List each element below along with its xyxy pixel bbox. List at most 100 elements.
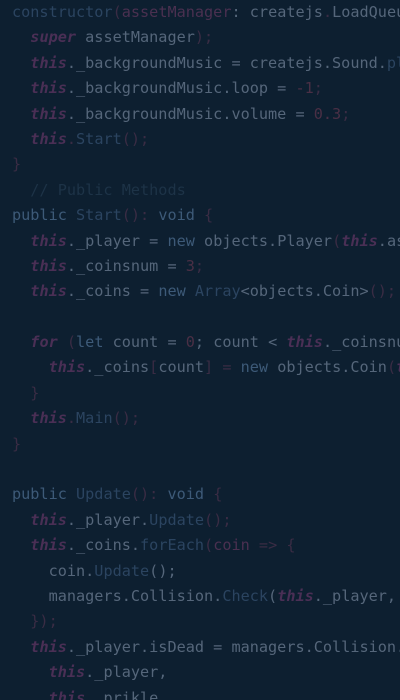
code-token: constructor (12, 3, 113, 21)
code-token: Start (76, 129, 122, 148)
code-token: Main (76, 409, 113, 428)
code-token: 0 (185, 333, 195, 352)
code-token: void (167, 485, 205, 504)
code-token: (); (204, 510, 232, 529)
code-token: this (30, 536, 67, 555)
code-token: this (30, 231, 67, 250)
code-token: this (30, 510, 67, 529)
code-token: -1 (295, 79, 314, 98)
code-token: (): (121, 206, 159, 225)
code-token: managers.Collision. (12, 586, 223, 605)
code-line[interactable]: for (let count = 0; count < this._coinsn… (0, 330, 400, 355)
code-editor[interactable]: constructor(assetManager: createjs.LoadQ… (0, 0, 400, 700)
code-token: ._player.isDead = managers.Collision. (66, 637, 400, 656)
code-token: let (76, 333, 104, 352)
code-token: ] = (204, 358, 241, 377)
code-token: ); (194, 28, 214, 47)
code-token: { (204, 485, 223, 504)
code-line[interactable]: this._coins[count] = new objects.Coin(th… (0, 355, 400, 380)
code-token: => { (249, 536, 296, 555)
code-line[interactable]: this._player = new objects.Player(this.a… (0, 229, 400, 254)
code-line[interactable]: }); (0, 609, 400, 634)
code-line[interactable] (0, 305, 400, 330)
code-line[interactable]: public Start(): void { (0, 203, 400, 228)
code-token: this (48, 688, 86, 700)
code-line[interactable]: this._coins = new Array<objects.Coin>(); (0, 279, 400, 304)
code-line[interactable]: this._coins.forEach(coin => { (0, 533, 400, 558)
code-token: // Public Methods (12, 180, 186, 199)
code-token: count = (103, 333, 186, 352)
code-token: void (158, 206, 195, 225)
code-line[interactable]: this._player.Update(); (0, 508, 400, 533)
code-token: this (30, 53, 67, 72)
code-line[interactable]: this._prikle, (0, 686, 400, 700)
code-line[interactable]: this.Main(); (0, 406, 400, 431)
code-token: { (194, 206, 214, 225)
code-token: this (396, 358, 400, 376)
code-token: ._player, (85, 663, 168, 682)
code-token: this (277, 586, 314, 605)
code-token: } (12, 434, 22, 453)
code-token: this (30, 79, 67, 98)
code-line[interactable]: this._player, (0, 660, 400, 685)
code-line[interactable]: } (0, 432, 400, 457)
code-token: : (231, 3, 250, 21)
code-token: this (48, 663, 86, 682)
code-token: new (158, 282, 186, 301)
code-token: ( (204, 536, 214, 555)
code-token: assetManager (76, 28, 195, 47)
code-token: Update (149, 510, 205, 529)
code-line[interactable]: public Update(): void { (0, 482, 400, 507)
code-line[interactable]: this._coinsnum = 3; (0, 254, 400, 279)
code-token: (); (368, 282, 397, 301)
code-token: this (48, 358, 86, 377)
code-token: ._coins (85, 358, 150, 377)
code-token: ( (332, 231, 342, 250)
code-token: ._player, coin); (313, 586, 397, 605)
code-line[interactable]: this._backgroundMusic.loop = -1; (0, 76, 400, 101)
code-token: 0.3 (313, 104, 342, 123)
code-token: play (386, 53, 400, 72)
code-line[interactable]: this.Start(); (0, 127, 400, 152)
code-token: ._player = (66, 231, 168, 250)
code-line[interactable]: super assetManager); (0, 25, 400, 50)
code-line[interactable]: } (0, 381, 400, 406)
code-token: super (30, 28, 77, 47)
code-token: this (286, 333, 323, 352)
code-token: count (158, 358, 205, 377)
code-token: Check (222, 586, 269, 605)
code-token: .assetMana (377, 231, 400, 250)
code-token: ._backgroundMusic.loop = (66, 79, 296, 98)
code-token: objects.Coin (268, 358, 387, 377)
code-token: this (30, 104, 67, 123)
code-token: . (322, 3, 333, 21)
code-token: ; count < (194, 333, 287, 352)
code-token: ; (313, 79, 323, 98)
code-token: objects.Player (194, 231, 333, 250)
code-token: ._backgroundMusic.volume = (66, 104, 314, 123)
code-token: this (30, 282, 67, 301)
code-line[interactable] (0, 457, 400, 482)
code-token: Update (76, 485, 131, 504)
code-token: ( (112, 3, 122, 21)
code-line[interactable]: coin.Update(); (0, 559, 400, 584)
code-line[interactable]: this._backgroundMusic.volume = 0.3; (0, 102, 400, 127)
code-token: } (12, 155, 22, 174)
code-line[interactable]: constructor(assetManager: createjs.LoadQ… (0, 0, 400, 25)
code-line[interactable]: // Public Methods (0, 178, 400, 203)
code-line[interactable]: } (0, 152, 400, 177)
code-token: ; (194, 256, 205, 275)
code-token: . (66, 129, 77, 148)
code-token: 3 (185, 256, 195, 275)
code-token: this (30, 256, 67, 275)
code-token: ._coinsnum; coun (322, 333, 400, 352)
code-token: this (30, 409, 67, 428)
code-line[interactable]: managers.Collision.Check(this._player, c… (0, 584, 400, 609)
code-line[interactable]: this._player.isDead = managers.Collision… (0, 635, 400, 660)
code-line[interactable]: this._backgroundMusic = createjs.Sound.p… (0, 51, 400, 76)
